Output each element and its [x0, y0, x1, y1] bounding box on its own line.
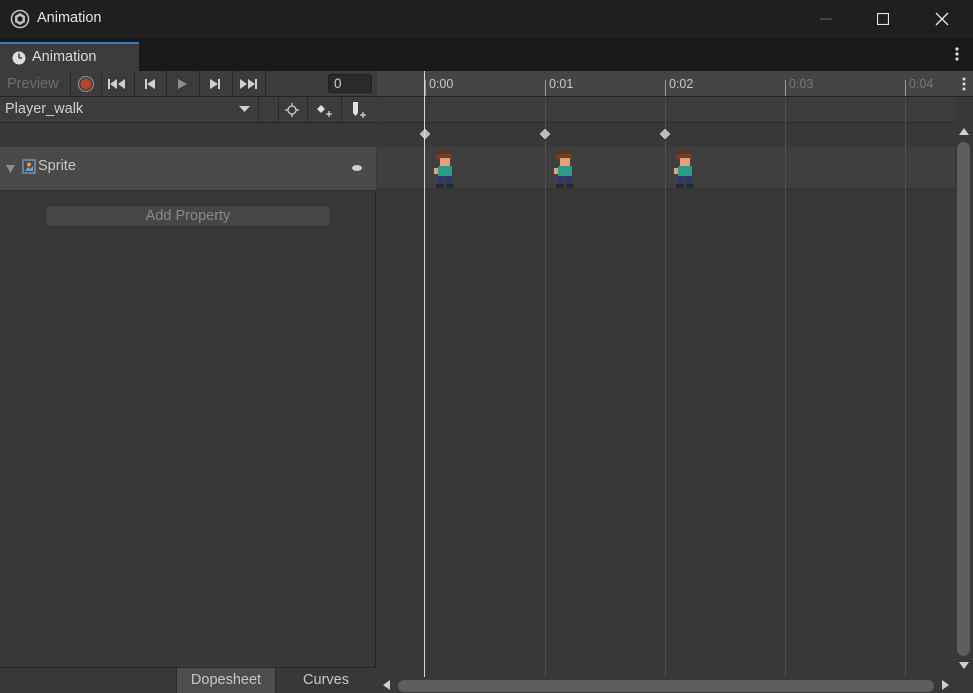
separator [70, 71, 71, 96]
scroll-left-icon[interactable] [383, 680, 390, 690]
tab-curves[interactable]: Curves [276, 668, 376, 693]
expand-arrow-icon[interactable] [6, 165, 15, 173]
add-event-icon [353, 102, 366, 118]
playback-toolbar: Preview 0 [0, 71, 376, 97]
last-keyframe-icon [240, 79, 257, 89]
add-event-button[interactable] [344, 99, 372, 121]
record-icon [78, 76, 94, 92]
prev-keyframe-icon [145, 79, 155, 89]
view-mode-tabs: Dopesheet Curves [0, 667, 376, 693]
time-ruler[interactable] [377, 71, 955, 97]
clip-dropdown[interactable]: Player_walk [0, 97, 258, 122]
ruler-tick [425, 80, 426, 96]
minimize-icon [820, 18, 832, 20]
horizontal-scroll-thumb[interactable] [398, 680, 934, 692]
separator [101, 71, 102, 96]
scroll-down-icon[interactable] [959, 662, 969, 669]
ruler-tick [665, 80, 666, 96]
last-keyframe-button[interactable] [234, 73, 262, 95]
ruler-label: 0:02 [669, 77, 694, 91]
separator [199, 71, 200, 96]
ruler-tick [905, 80, 906, 96]
separator [341, 97, 342, 122]
sprite-track-row[interactable] [377, 147, 955, 189]
play-icon [178, 79, 187, 89]
sprite-keyframe-thumbnail[interactable] [432, 150, 458, 188]
chevron-down-icon [239, 106, 250, 112]
window-title: Animation [37, 10, 102, 26]
first-keyframe-button[interactable] [103, 73, 131, 95]
add-keyframe-icon [317, 105, 332, 117]
vertical-scroll-thumb[interactable] [957, 142, 970, 656]
separator [166, 71, 167, 96]
more-options-icon [962, 77, 966, 91]
scroll-up-icon[interactable] [959, 128, 969, 135]
close-button[interactable] [913, 0, 971, 38]
ruler-label: 0:00 [429, 77, 454, 91]
first-keyframe-icon [108, 79, 125, 89]
ruler-tick [785, 80, 786, 96]
next-keyframe-icon [210, 79, 220, 89]
ruler-label: 0:01 [549, 77, 574, 91]
property-row-sprite[interactable]: Sprite [0, 147, 376, 191]
property-label: Sprite [38, 158, 76, 174]
timeline-gridline [905, 97, 906, 677]
separator [307, 97, 308, 122]
tab-dopesheet[interactable]: Dopesheet [176, 668, 276, 693]
tab-animation[interactable]: Animation [0, 42, 139, 71]
frame-input[interactable]: 0 [328, 74, 372, 93]
separator [265, 71, 266, 96]
more-options-icon[interactable] [950, 44, 964, 64]
close-icon [935, 12, 949, 26]
playhead[interactable] [424, 71, 425, 677]
tab-label: Animation [32, 49, 97, 65]
play-button[interactable] [168, 73, 196, 95]
scroll-right-icon[interactable] [942, 680, 949, 690]
timeline-gridline [545, 97, 546, 677]
preview-toggle[interactable]: Preview [7, 76, 59, 92]
ruler-tick [545, 80, 546, 96]
separator [134, 71, 135, 96]
maximize-button[interactable] [854, 0, 912, 38]
ruler-label: 0:04 [909, 77, 934, 91]
event-row[interactable] [377, 97, 955, 123]
sprite-keyframe-thumbnail[interactable] [672, 150, 698, 188]
unity-cube-icon [10, 9, 30, 29]
clock-icon [12, 51, 26, 65]
add-property-button[interactable]: Add Property [45, 205, 331, 227]
clip-toolbar: Player_walk [0, 97, 376, 123]
ruler-label: 0:03 [789, 77, 814, 91]
keyframe-filter-icon [285, 103, 299, 117]
maximize-icon [877, 13, 889, 25]
sprite-keyframe-thumbnail[interactable] [552, 150, 578, 188]
summary-row-label [0, 123, 376, 147]
next-keyframe-button[interactable] [201, 73, 229, 95]
timeline-gridline [665, 97, 666, 677]
keyframe-filter-button[interactable] [279, 99, 305, 121]
keyframe-toggle-icon[interactable] [352, 165, 362, 171]
add-keyframe-button[interactable] [310, 99, 338, 121]
sprite-icon [22, 159, 36, 174]
tab-bar [0, 38, 973, 71]
record-button[interactable] [72, 73, 100, 95]
prev-keyframe-button[interactable] [136, 73, 164, 95]
minimize-button[interactable] [797, 0, 855, 38]
separator [258, 97, 259, 122]
clip-name: Player_walk [5, 101, 84, 117]
separator [232, 71, 233, 96]
ruler-options[interactable] [955, 71, 973, 97]
timeline-gridline [785, 97, 786, 677]
